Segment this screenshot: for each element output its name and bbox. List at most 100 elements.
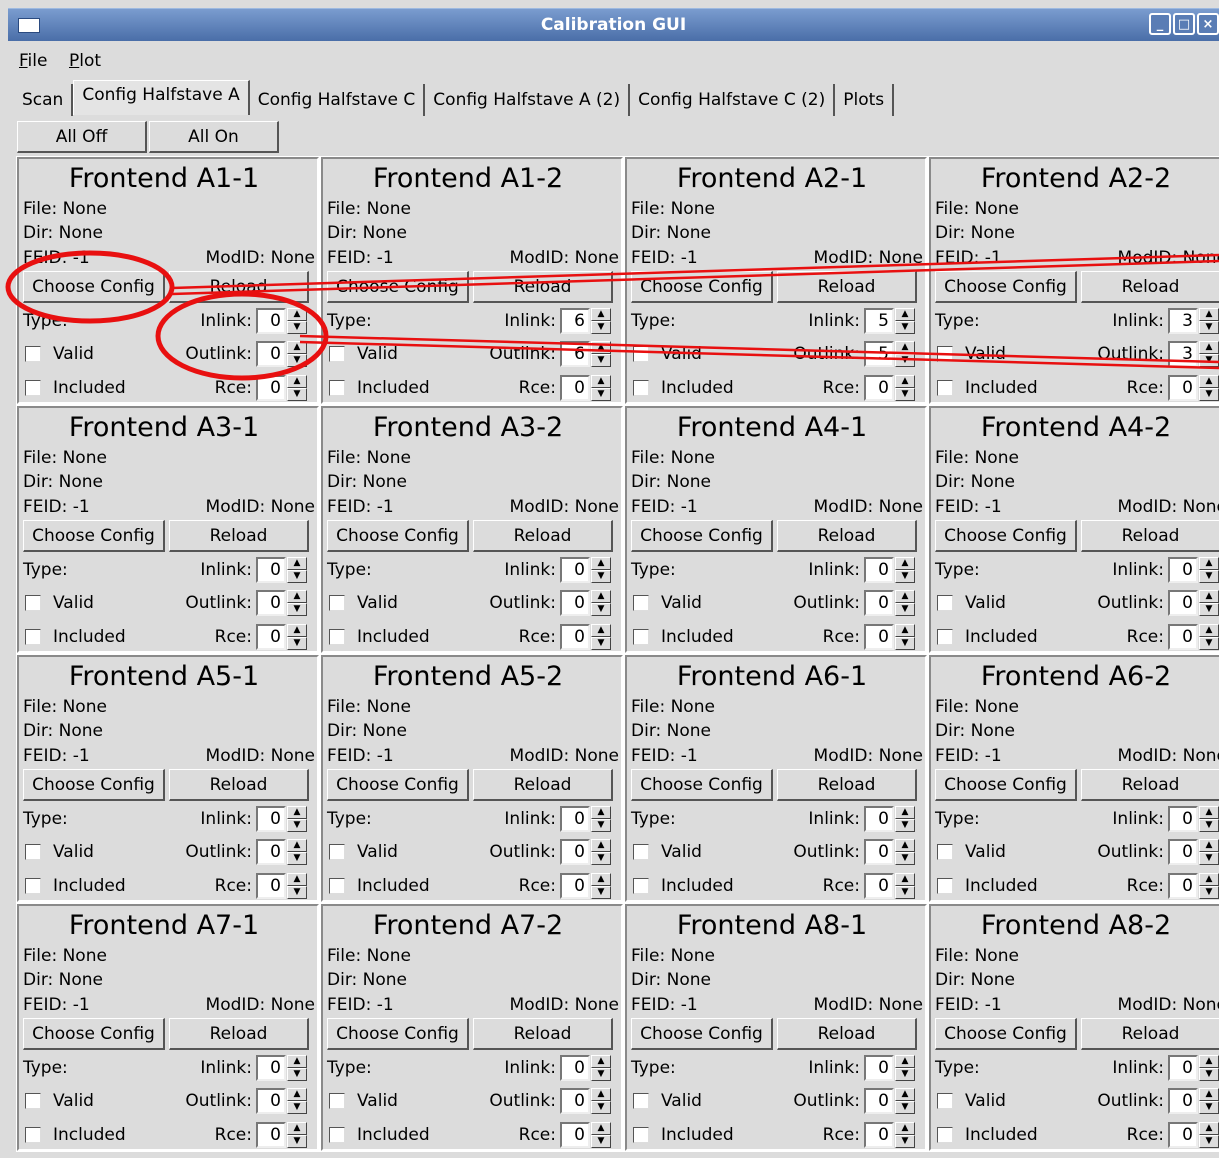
spin-down-icon[interactable]: ▼ [591,603,611,616]
tab-config-halfstave-c[interactable]: Config Halfstave C [250,84,426,116]
inlink-spinbox[interactable]: 3 ▲ ▼ [1168,308,1219,334]
inlink-spinbox[interactable]: 6 ▲ ▼ [560,308,612,334]
spin-up-icon[interactable]: ▲ [287,557,307,570]
included-checkbox[interactable] [329,878,345,894]
included-checkbox[interactable] [25,878,41,894]
inlink-value[interactable]: 6 [560,308,590,334]
spin-down-icon[interactable]: ▼ [895,1101,915,1114]
reload-button[interactable]: Reload [1081,271,1219,303]
outlink-value[interactable]: 0 [560,839,590,865]
spin-up-icon[interactable]: ▲ [1199,839,1219,852]
valid-checkbox[interactable] [25,595,41,611]
spin-down-icon[interactable]: ▼ [895,354,915,367]
rce-value[interactable]: 0 [1168,624,1198,650]
spin-down-icon[interactable]: ▼ [287,886,307,899]
spin-down-icon[interactable]: ▼ [1199,886,1219,899]
valid-checkbox[interactable] [633,1093,649,1109]
spin-up-icon[interactable]: ▲ [895,806,915,819]
outlink-spinbox[interactable]: 0 ▲ ▼ [560,1088,612,1114]
spin-up-icon[interactable]: ▲ [591,341,611,354]
rce-spinbox[interactable]: 0 ▲ ▼ [864,873,916,899]
spin-down-icon[interactable]: ▼ [591,852,611,865]
spin-up-icon[interactable]: ▲ [895,839,915,852]
choose-config-button[interactable]: Choose Config [327,1018,469,1050]
spin-down-icon[interactable]: ▼ [1199,388,1219,401]
spin-down-icon[interactable]: ▼ [895,852,915,865]
spin-down-icon[interactable]: ▼ [895,819,915,832]
reload-button[interactable]: Reload [169,769,309,801]
spin-down-icon[interactable]: ▼ [895,1135,915,1148]
inlink-value[interactable]: 0 [560,557,590,583]
spin-down-icon[interactable]: ▼ [591,886,611,899]
inlink-spinbox[interactable]: 0 ▲ ▼ [256,806,308,832]
choose-config-button[interactable]: Choose Config [935,520,1077,552]
spin-down-icon[interactable]: ▼ [895,1068,915,1081]
rce-value[interactable]: 0 [1168,873,1198,899]
spin-down-icon[interactable]: ▼ [1199,321,1219,334]
outlink-value[interactable]: 0 [256,1088,286,1114]
reload-button[interactable]: Reload [1081,769,1219,801]
spin-down-icon[interactable]: ▼ [1199,603,1219,616]
spin-up-icon[interactable]: ▲ [895,873,915,886]
outlink-value[interactable]: 0 [864,1088,894,1114]
spin-up-icon[interactable]: ▲ [591,806,611,819]
reload-button[interactable]: Reload [473,769,613,801]
inlink-value[interactable]: 5 [864,308,894,334]
choose-config-button[interactable]: Choose Config [327,769,469,801]
spin-up-icon[interactable]: ▲ [591,308,611,321]
spin-down-icon[interactable]: ▼ [287,1101,307,1114]
outlink-spinbox[interactable]: 0 ▲ ▼ [864,590,916,616]
reload-button[interactable]: Reload [777,271,917,303]
spin-up-icon[interactable]: ▲ [895,1122,915,1135]
outlink-value[interactable]: 5 [864,341,894,367]
inlink-spinbox[interactable]: 0 ▲ ▼ [560,806,612,832]
spin-up-icon[interactable]: ▲ [1199,341,1219,354]
spin-up-icon[interactable]: ▲ [287,806,307,819]
rce-value[interactable]: 0 [256,375,286,401]
rce-spinbox[interactable]: 0 ▲ ▼ [560,873,612,899]
reload-button[interactable]: Reload [777,1018,917,1050]
spin-up-icon[interactable]: ▲ [287,873,307,886]
spin-down-icon[interactable]: ▼ [895,603,915,616]
included-checkbox[interactable] [633,629,649,645]
tab-plots[interactable]: Plots [835,84,895,116]
valid-checkbox[interactable] [25,346,41,362]
outlink-value[interactable]: 0 [1168,839,1198,865]
reload-button[interactable]: Reload [169,271,309,303]
reload-button[interactable]: Reload [777,520,917,552]
spin-up-icon[interactable]: ▲ [287,341,307,354]
outlink-value[interactable]: 3 [1168,341,1198,367]
spin-up-icon[interactable]: ▲ [1199,1055,1219,1068]
reload-button[interactable]: Reload [1081,520,1219,552]
outlink-spinbox[interactable]: 0 ▲ ▼ [560,590,612,616]
spin-up-icon[interactable]: ▲ [1199,873,1219,886]
rce-value[interactable]: 0 [1168,1122,1198,1148]
inlink-spinbox[interactable]: 5 ▲ ▼ [864,308,916,334]
spin-up-icon[interactable]: ▲ [287,308,307,321]
spin-up-icon[interactable]: ▲ [591,590,611,603]
tab-config-halfstave-a-2[interactable]: Config Halfstave A (2) [425,84,631,116]
rce-value[interactable]: 0 [1168,375,1198,401]
outlink-value[interactable]: 0 [1168,1088,1198,1114]
rce-value[interactable]: 0 [864,873,894,899]
outlink-spinbox[interactable]: 6 ▲ ▼ [560,341,612,367]
close-icon[interactable]: × [1197,13,1219,35]
valid-checkbox[interactable] [329,595,345,611]
valid-checkbox[interactable] [633,595,649,611]
choose-config-button[interactable]: Choose Config [935,271,1077,303]
rce-value[interactable]: 0 [864,1122,894,1148]
spin-down-icon[interactable]: ▼ [287,852,307,865]
spin-down-icon[interactable]: ▼ [591,321,611,334]
inlink-value[interactable]: 0 [256,557,286,583]
inlink-spinbox[interactable]: 0 ▲ ▼ [1168,1055,1219,1081]
choose-config-button[interactable]: Choose Config [631,271,773,303]
spin-down-icon[interactable]: ▼ [591,637,611,650]
outlink-value[interactable]: 0 [256,590,286,616]
all-on-button[interactable]: All On [149,121,279,153]
rce-spinbox[interactable]: 0 ▲ ▼ [560,1122,612,1148]
inlink-value[interactable]: 0 [864,806,894,832]
tab-config-halfstave-c-2[interactable]: Config Halfstave C (2) [630,84,836,116]
reload-button[interactable]: Reload [473,520,613,552]
spin-up-icon[interactable]: ▲ [895,1055,915,1068]
spin-up-icon[interactable]: ▲ [287,590,307,603]
